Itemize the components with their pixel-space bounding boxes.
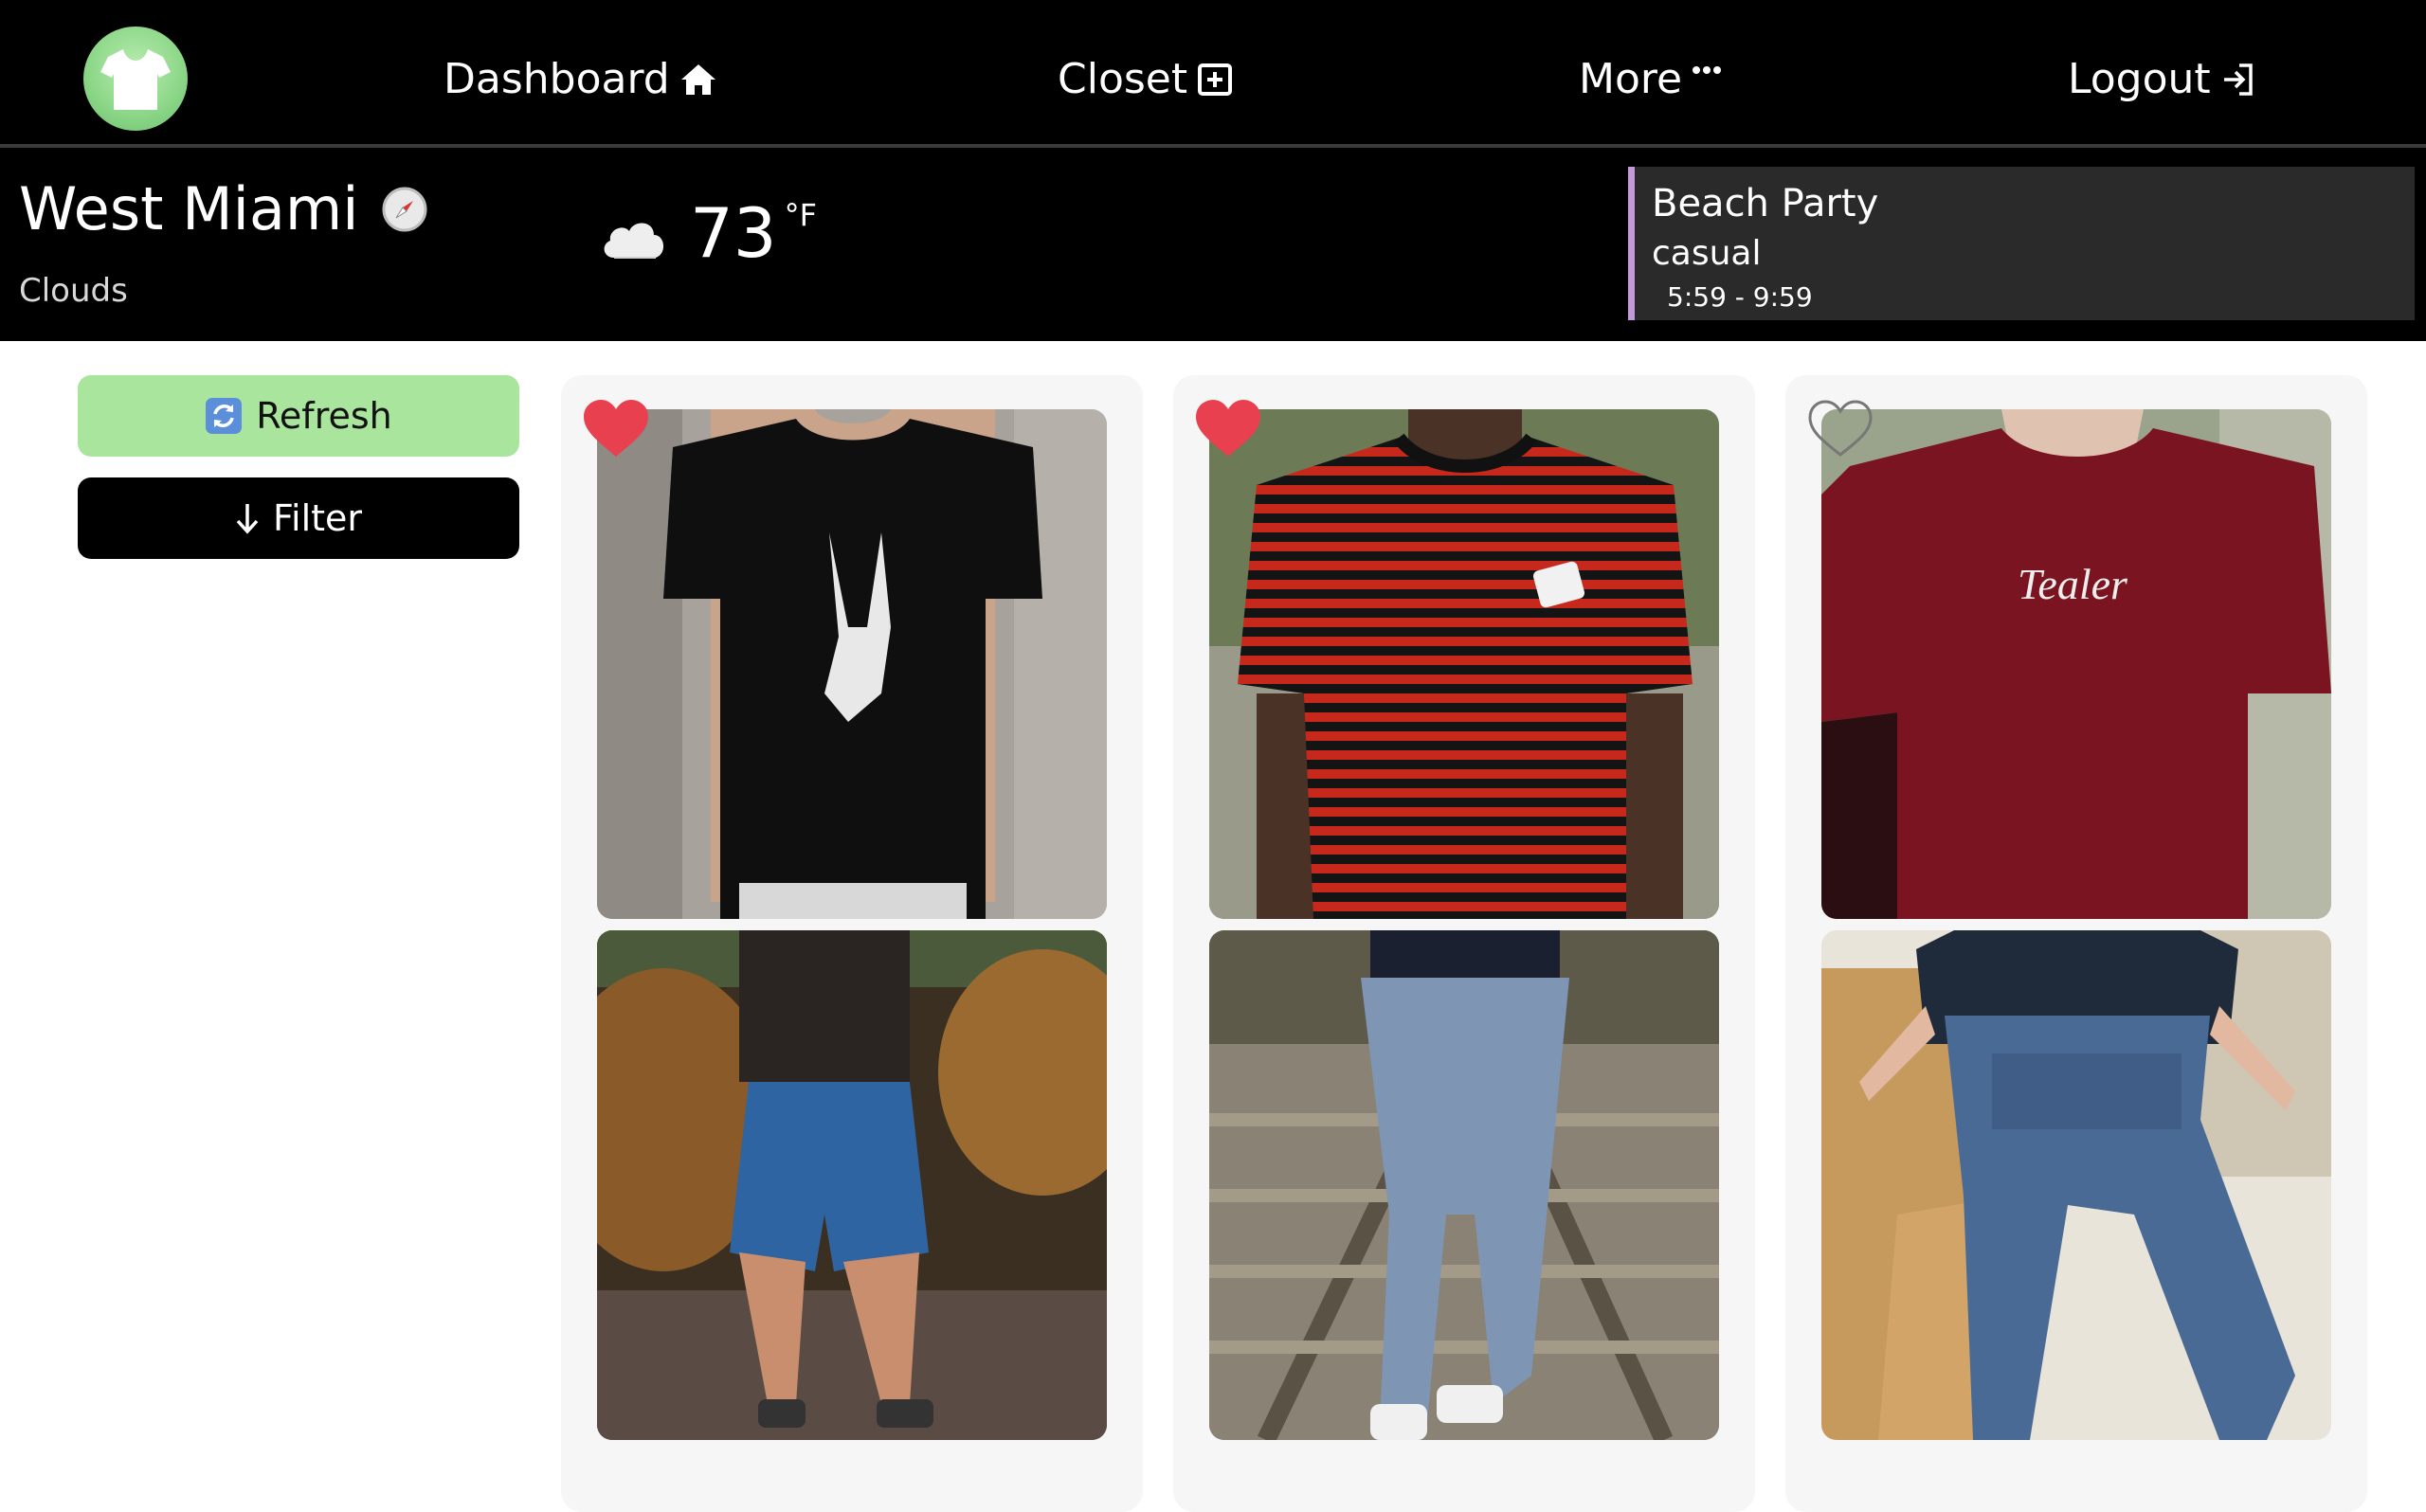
outfit-card[interactable] xyxy=(561,375,1143,1512)
refresh-label: Refresh xyxy=(256,395,392,437)
app-logo[interactable] xyxy=(83,27,188,131)
sign-in-icon xyxy=(2223,63,2253,96)
nav-dashboard-label: Dashboard xyxy=(444,55,670,103)
weather-event-bar: West Miami Clouds 73 °F Beach Party casu… xyxy=(0,148,2426,341)
nav-closet[interactable]: Closet xyxy=(1058,51,1233,108)
heart-filled-icon[interactable] xyxy=(1194,398,1262,459)
cloud-icon xyxy=(604,223,664,259)
city-name: West Miami xyxy=(19,174,359,243)
filter-button[interactable]: Filter xyxy=(78,477,519,559)
tealer-print: Tealer xyxy=(2018,560,2128,608)
outfit-card[interactable] xyxy=(1173,375,1755,1512)
top-garment-photo[interactable] xyxy=(597,409,1107,919)
heart-filled-icon[interactable] xyxy=(582,398,650,459)
shorts-image xyxy=(597,930,1107,1440)
arrow-down-icon xyxy=(236,504,259,534)
temperature-unit: °F xyxy=(784,197,818,233)
bottom-garment-photo[interactable] xyxy=(1821,930,2331,1440)
city-heading: West Miami xyxy=(19,167,428,252)
nav-more[interactable]: More xyxy=(1579,51,1722,108)
top-garment-photo[interactable] xyxy=(1209,409,1719,919)
heart-outline-icon[interactable] xyxy=(1806,398,1874,459)
top-garment-photo[interactable]: Tealer xyxy=(1821,409,2331,919)
compass-icon[interactable] xyxy=(381,186,428,233)
temperature-value: 73 xyxy=(690,193,777,273)
refresh-button[interactable]: Refresh xyxy=(78,375,519,457)
bottom-garment-photo[interactable] xyxy=(597,930,1107,1440)
tshirt-image xyxy=(1209,409,1719,919)
event-time: 5:59 - 9:59 xyxy=(1667,281,1813,313)
tshirt-icon xyxy=(100,49,171,110)
nav-logout[interactable]: Logout xyxy=(2068,51,2256,108)
ellipsis-icon xyxy=(1693,66,1722,74)
event-title: Beach Party xyxy=(1652,182,1879,225)
jeans-image xyxy=(1209,930,1719,1440)
filter-label: Filter xyxy=(272,497,363,539)
weather-conditions: Clouds xyxy=(19,272,128,310)
overalls-image xyxy=(1821,930,2331,1440)
bottom-garment-photo[interactable] xyxy=(1209,930,1719,1440)
home-icon xyxy=(680,64,715,95)
nav-logout-label: Logout xyxy=(2068,55,2211,103)
nav-dashboard[interactable]: Dashboard xyxy=(444,51,717,108)
event-card[interactable]: Beach Party casual 5:59 - 9:59 xyxy=(1628,167,2415,320)
nav-closet-label: Closet xyxy=(1058,55,1188,103)
weather-readout: 73 °F xyxy=(599,186,817,280)
tshirt-image xyxy=(597,409,1107,919)
outfit-card[interactable]: Tealer xyxy=(1785,375,2367,1512)
nav-more-label: More xyxy=(1579,55,1683,103)
refresh-icon xyxy=(206,398,243,434)
top-navbar: Dashboard Closet More Logout xyxy=(0,0,2426,148)
event-dress-code: casual xyxy=(1652,234,1762,273)
tshirt-image: Tealer xyxy=(1821,409,2331,919)
plus-square-icon xyxy=(1198,63,1233,96)
